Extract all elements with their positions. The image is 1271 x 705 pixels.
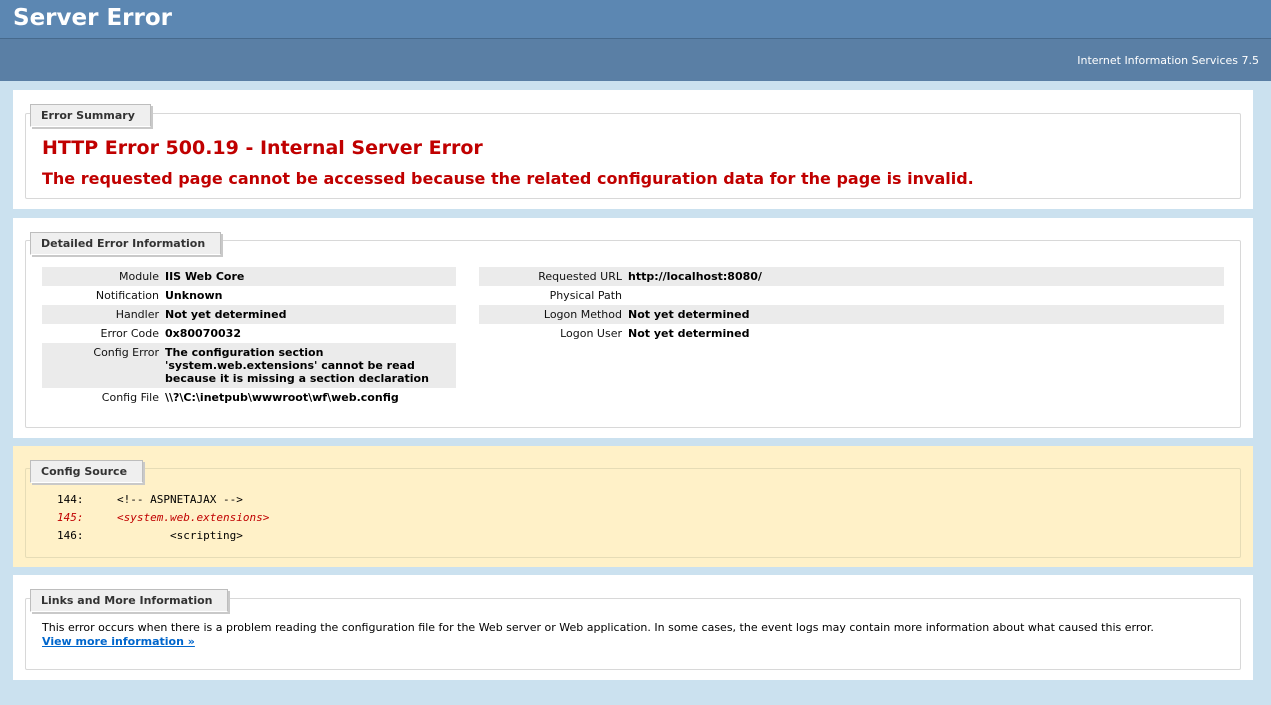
error-details-right: Requested URL http://localhost:8080/ Phy… [479,267,1224,343]
detail-value: \\?\C:\inetpub\wwwroot\wf\web.config [165,391,399,404]
detail-label: Requested URL [479,267,628,286]
detail-label: Config File [101,391,159,404]
detail-value: The configuration section 'system.web.ex… [165,343,456,388]
detail-label: Physical Path [549,289,622,302]
line-number: 145: [57,511,84,524]
detail-row: Logon User Not yet determined [479,324,1224,343]
error-details-left: Module IIS Web Core Notification Unknown… [42,267,456,407]
detail-row: Requested URL http://localhost:8080/ [479,267,1224,286]
detail-label: Notification [95,289,159,302]
server-banner: Internet Information Services 7.5 [0,39,1271,81]
detail-value: http://localhost:8080/ [628,267,1224,286]
detail-value [628,286,1224,305]
detail-label: Config Error [42,343,165,388]
config-source-tab: Config Source [30,460,144,483]
detailed-error-tab: Detailed Error Information [30,232,222,255]
detail-row: Physical Path [479,286,1224,305]
detail-value: Not yet determined [628,327,750,340]
line-text: <system.web.extensions> [117,511,270,524]
detail-row: Logon Method Not yet determined [479,305,1224,324]
detail-value: Not yet determined [628,305,1224,324]
detail-value: Not yet determined [165,305,456,324]
detail-row: Handler Not yet determined [42,305,456,324]
detail-row: Config Error The configuration section '… [42,343,456,388]
error-summary-panel: Error Summary HTTP Error 500.19 - Intern… [13,90,1253,209]
page-title: Server Error [13,5,172,31]
links-tab: Links and More Information [30,589,229,612]
error-description: The requested page cannot be accessed be… [42,169,974,188]
config-source-panel: Config Source 144: <!-- ASPNETAJAX --> 1… [13,446,1253,567]
detail-label: Module [42,267,165,286]
line-text: <!-- ASPNETAJAX --> [117,493,243,506]
detail-label: Logon Method [479,305,628,324]
page-header: Server Error [0,0,1271,39]
config-source-code: 144: <!-- ASPNETAJAX --> 145: <system.we… [57,491,657,545]
detail-label: Handler [42,305,165,324]
view-more-link[interactable]: View more information » [42,635,195,648]
detail-row: Notification Unknown [42,286,456,305]
code-line-highlighted: 145: <system.web.extensions> [57,509,657,527]
line-number: 146: [57,529,84,542]
line-text: <scripting> [117,529,243,542]
detail-label: Logon User [560,327,622,340]
detailed-error-panel: Detailed Error Information Module IIS We… [13,218,1253,438]
detail-row: Config File \\?\C:\inetpub\wwwroot\wf\we… [42,388,456,407]
line-number: 144: [57,493,84,506]
detail-row: Module IIS Web Core [42,267,456,286]
error-summary-tab: Error Summary [30,104,151,127]
error-title: HTTP Error 500.19 - Internal Server Erro… [42,137,483,159]
code-line: 146: <scripting> [57,527,657,545]
server-version: Internet Information Services 7.5 [1077,54,1259,67]
detail-value: Unknown [165,289,223,302]
code-line: 144: <!-- ASPNETAJAX --> [57,491,657,509]
detail-row: Error Code 0x80070032 [42,324,456,343]
detail-label: Error Code [100,327,159,340]
links-info-text: This error occurs when there is a proble… [42,621,1154,634]
detail-value: IIS Web Core [165,267,456,286]
detail-value: 0x80070032 [165,327,241,340]
links-panel: Links and More Information This error oc… [13,575,1253,680]
